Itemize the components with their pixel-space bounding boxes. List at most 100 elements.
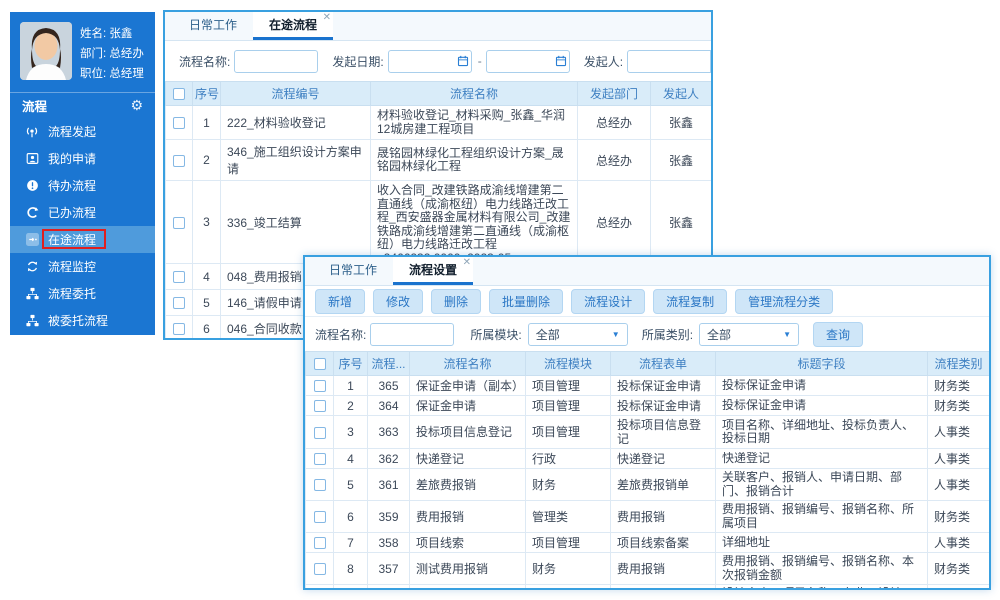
sidebar-item-my-applications[interactable]: 我的申请 [10,145,155,172]
category-select[interactable]: 全部 ▼ [699,323,799,346]
sidebar-item-delegated-processes[interactable]: 被委托流程 [10,307,155,334]
row-checkbox[interactable] [314,479,326,491]
edit-button[interactable]: 修改 [373,289,423,314]
avatar [20,22,72,80]
row-checkbox[interactable] [173,297,185,309]
cell-text: 快递登记 [722,452,921,466]
cell-text: 晟铭园林绿化工程组织设计方案_晟铭园林绿化工程 [377,147,571,174]
sidebar-item-label: 流程发起 [48,123,96,140]
cell-code: 356 [368,585,410,591]
process-name-input[interactable] [370,323,454,346]
table-row[interactable]: 2364保证金申请项目管理投标保证金申请投标保证金申请财务类 [306,396,990,416]
table-row[interactable]: 4362快递登记行政快递登记快递登记人事类 [306,449,990,469]
table-row[interactable]: 6359费用报销管理类费用报销费用报销、报销编号、报销名称、所属项目财务类 [306,501,990,533]
cell-no: 6 [334,501,368,533]
sync-icon [24,260,40,273]
column-header: 流程表单 [611,352,716,376]
table-row[interactable]: 3336_竣工结算收入合同_改建铁路成渝线增建第二直通线（成渝枢纽）电力线路迁改… [166,181,712,264]
cell-name: 保证金申请（副本） [410,376,526,396]
row-checkbox[interactable] [173,155,185,167]
sidebar-item-process-monitor[interactable]: 流程监控 [10,253,155,280]
cell-title: 费用报销、报销编号、报销名称、本次报销金额 [716,553,928,585]
table-row[interactable]: 8357测试费用报销财务费用报销费用报销、报销编号、报销名称、本次报销金额财务类 [306,553,990,585]
row-checkbox[interactable] [314,511,326,523]
row-checkbox[interactable] [314,400,326,412]
select-all-checkbox[interactable] [173,88,185,100]
cell-text: 投标保证金申请 [722,399,921,413]
query-button[interactable]: 查询 [813,322,863,347]
table-row[interactable]: 1365保证金申请（副本）项目管理投标保证金申请投标保证金申请财务类 [306,376,990,396]
sidebar-item-todo-processes[interactable]: 待办流程 [10,172,155,199]
cell-category: 财务类 [928,396,990,416]
cell-title: 设计审查、项目名称、专业、设计人、制单日期 [716,585,928,591]
column-header: 流程类别 [928,352,990,376]
tab-process-settings[interactable]: 流程设置 ✕ [393,257,473,285]
cell-module: 项目管理 [526,585,611,591]
cell-dept: 总经办 [578,181,651,264]
panel2-tabbar: 日常工作 流程设置 ✕ [305,257,989,286]
table-row[interactable]: 3363投标项目信息登记项目管理投标项目信息登记项目名称、详细地址、投标负责人、… [306,416,990,449]
table-row[interactable]: 1222_材料验收登记材料验收登记_材料采购_张鑫_华润12城房建工程项目总经办… [166,106,712,140]
row-select-cell [306,501,334,533]
cell-no: 1 [334,376,368,396]
calendar-icon[interactable] [457,55,469,67]
row-checkbox[interactable] [314,427,326,439]
tab-in-transit[interactable]: 在途流程 ✕ [253,12,333,40]
process-design-button[interactable]: 流程设计 [571,289,645,314]
initiator-input[interactable] [627,50,711,73]
batch-delete-button[interactable]: 批量删除 [489,289,563,314]
cell-text: 材料验收登记_材料采购_张鑫_华润12城房建工程项目 [377,109,571,136]
table-row[interactable]: 7358项目线索项目管理项目线索备案详细地址人事类 [306,533,990,553]
table-row[interactable]: 5361差旅费报销财务差旅费报销单关联客户、报销人、申请日期、部门、报销合计人事… [306,469,990,501]
close-icon[interactable]: ✕ [323,12,331,24]
cell-code: 336_竣工结算 [221,181,371,264]
row-select-cell [306,376,334,396]
cell-title: 投标保证金申请 [716,376,928,396]
manage-category-button[interactable]: 管理流程分类 [735,289,833,314]
sidebar-item-done-processes[interactable]: 已办流程 [10,199,155,226]
cell-code: 357 [368,553,410,585]
table-row[interactable]: 9356设计审查项目管理设计审查设计审查、项目名称、专业、设计人、制单日期人事类 [306,585,990,591]
process-copy-button[interactable]: 流程复制 [653,289,727,314]
cell-text: 关联客户、报销人、申请日期、部门、报销合计 [722,471,921,498]
tab-label: 流程设置 [409,263,457,277]
panel1-filters: 流程名称: 发起日期: - 发起人: [165,41,711,81]
row-checkbox[interactable] [314,380,326,392]
cell-code: 364 [368,396,410,416]
row-checkbox[interactable] [173,117,185,129]
cell-text: 项目名称、详细地址、投标负责人、投标日期 [722,419,921,446]
row-checkbox[interactable] [173,271,185,283]
process-name-label: 流程名称: [179,53,230,70]
row-checkbox[interactable] [314,537,326,549]
calendar-icon[interactable] [555,55,567,67]
sidebar-item-process-delegate[interactable]: 流程委托 [10,280,155,307]
table-row[interactable]: 2346_施工组织设计方案申请晟铭园林绿化工程组织设计方案_晟铭园林绿化工程总经… [166,140,712,181]
gear-icon[interactable]: ⚙ [130,97,143,114]
row-checkbox[interactable] [173,217,185,229]
row-checkbox[interactable] [314,563,326,575]
cell-title: 项目名称、详细地址、投标负责人、投标日期 [716,416,928,449]
sidebar-item-process-initiate[interactable]: 流程发起 [10,118,155,145]
row-select-cell [166,181,193,264]
column-header: 流程... [368,352,410,376]
delete-button[interactable]: 删除 [431,289,481,314]
cell-module: 项目管理 [526,376,611,396]
sidebar-item-in-transit-processes[interactable]: 在途流程 [10,226,155,253]
row-select-cell [166,290,193,316]
row-select-cell [306,396,334,416]
row-select-cell [166,140,193,181]
cell-no: 4 [193,264,221,290]
row-checkbox[interactable] [314,453,326,465]
add-button[interactable]: 新增 [315,289,365,314]
initiator-label: 发起人: [584,53,623,70]
row-checkbox[interactable] [173,323,185,335]
select-all-checkbox[interactable] [314,358,326,370]
cell-no: 1 [193,106,221,140]
close-icon[interactable]: ✕ [463,257,471,269]
tab-daily-work[interactable]: 日常工作 [173,12,253,40]
id-card-icon [24,152,40,165]
tab-daily-work[interactable]: 日常工作 [313,257,393,285]
process-name-input[interactable] [234,50,318,73]
cell-code: 358 [368,533,410,553]
module-select[interactable]: 全部 ▼ [528,323,628,346]
